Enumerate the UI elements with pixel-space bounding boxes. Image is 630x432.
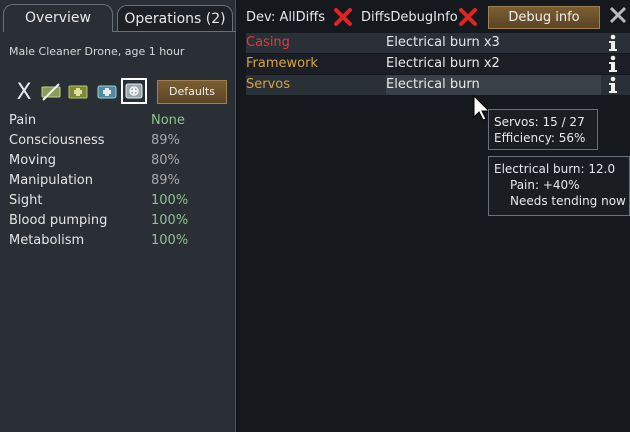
medicine-slash-icon[interactable]	[39, 80, 63, 104]
diffs-debug-toggle-x-icon[interactable]	[458, 7, 478, 27]
hediff-tooltip: Electrical burn: 12.0 Pain: +40% Needs t…	[488, 156, 630, 216]
hediff-pain-line: Pain: +40%	[510, 178, 580, 192]
capacity-name: Sight	[9, 193, 43, 208]
capacity-name: Blood pumping	[9, 213, 108, 228]
health-row-casing[interactable]: Casing Electrical burn x3	[246, 33, 630, 53]
capacity-row-moving: Moving 80%	[9, 151, 229, 171]
condition-label: Electrical burn x3	[386, 35, 500, 50]
x-icon[interactable]: X	[12, 79, 36, 105]
capacity-row-metabolism: Metabolism 100%	[9, 231, 229, 251]
body-part-label: Framework	[246, 56, 318, 71]
health-row-servos[interactable]: Servos Electrical burn	[246, 75, 630, 95]
pawn-description: Male Cleaner Drone, age 1 hour	[9, 45, 185, 58]
condition-label: Electrical burn	[386, 77, 480, 92]
hediff-tending-line: Needs tending now	[510, 194, 626, 208]
debug-info-button[interactable]: Debug info	[488, 6, 600, 29]
capacity-name: Consciousness	[9, 133, 105, 148]
capacity-row-blood-pumping: Blood pumping 100%	[9, 211, 229, 231]
industrial-medicine-icon[interactable]	[95, 80, 119, 104]
tab-operations[interactable]: Operations (2)	[117, 5, 233, 32]
dev-all-diffs-label: Dev: AllDiffs	[246, 10, 325, 25]
capacity-name: Metabolism	[9, 233, 85, 248]
health-row-framework[interactable]: Framework Electrical burn x2	[246, 54, 630, 74]
capacity-value: 100%	[151, 213, 189, 228]
capacity-value: 89%	[151, 173, 180, 188]
body-part-label: Casing	[246, 35, 290, 50]
capacity-row-consciousness: Consciousness 89%	[9, 131, 229, 151]
capacity-row-pain: Pain None	[9, 111, 229, 131]
part-efficiency-line: Efficiency: 56%	[494, 131, 586, 145]
capacity-value: 100%	[151, 193, 189, 208]
info-icon[interactable]	[604, 54, 622, 74]
health-left-panel: Overview Operations (2) Male Cleaner Dro…	[0, 0, 236, 432]
hediff-severity-line: Electrical burn: 12.0	[494, 162, 616, 176]
close-icon[interactable]	[608, 5, 628, 25]
diffs-debug-info-label: DiffsDebugInfo	[361, 10, 458, 25]
capacity-row-manipulation: Manipulation 89%	[9, 171, 229, 191]
capacity-value: None	[151, 113, 185, 128]
all-diffs-toggle-x-icon[interactable]	[333, 7, 353, 27]
glitterworld-medicine-icon[interactable]	[121, 78, 147, 104]
health-right-panel: Dev: AllDiffs DiffsDebugInfo Debug info …	[236, 0, 630, 432]
info-icon[interactable]	[604, 75, 622, 95]
tab-divider	[113, 31, 236, 32]
body-part-label: Servos	[246, 77, 291, 92]
capacity-value: 100%	[151, 233, 189, 248]
part-health-line: Servos: 15 / 27	[494, 115, 585, 129]
dev-toolbar: Dev: AllDiffs DiffsDebugInfo Debug info	[236, 0, 630, 32]
capacity-name: Manipulation	[9, 173, 94, 188]
tab-overview[interactable]: Overview	[3, 4, 113, 32]
condition-label: Electrical burn x2	[386, 56, 500, 71]
capacity-row-sight: Sight 100%	[9, 191, 229, 211]
capacity-value: 89%	[151, 133, 180, 148]
defaults-button[interactable]: Defaults	[157, 80, 227, 104]
part-tooltip: Servos: 15 / 27 Efficiency: 56%	[488, 109, 598, 150]
no-care-glyph: X	[16, 79, 32, 105]
capacity-name: Moving	[9, 153, 56, 168]
capacity-value: 80%	[151, 153, 180, 168]
herbal-medicine-icon[interactable]	[66, 80, 90, 104]
info-icon[interactable]	[604, 33, 622, 53]
capacity-name: Pain	[9, 113, 37, 128]
